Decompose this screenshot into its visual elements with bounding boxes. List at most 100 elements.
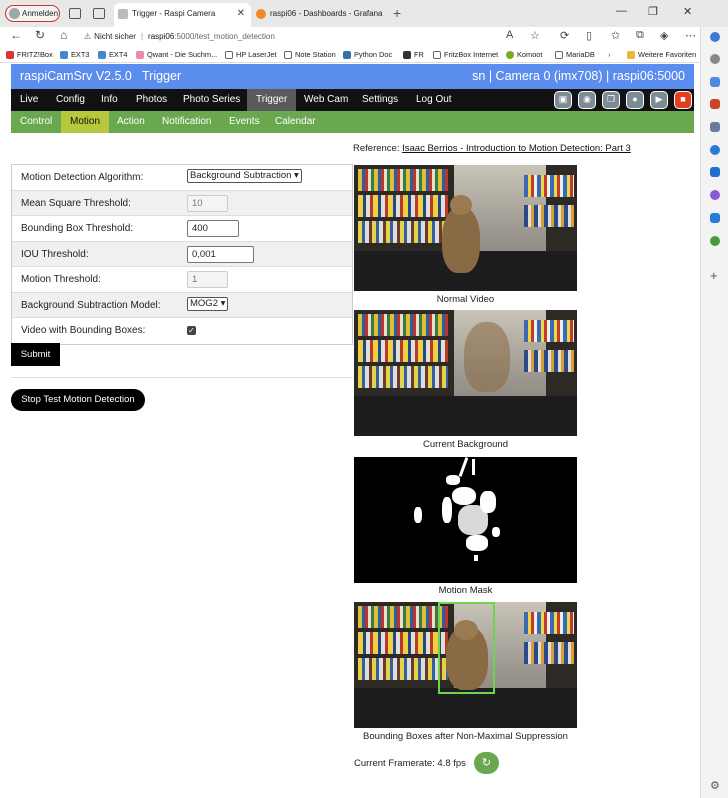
current-background-image xyxy=(354,310,577,436)
bookmark-item[interactable]: FritzBox Internet xyxy=(433,49,498,60)
search-icon[interactable] xyxy=(710,54,720,64)
page-icon xyxy=(555,51,563,59)
framerate-label: Current Framerate: 4.8 fps xyxy=(354,758,466,769)
back-icon[interactable]: ← xyxy=(10,28,22,42)
tab-trigger[interactable]: Trigger - Raspi Camera ✕ xyxy=(114,3,251,27)
motion-status-icon[interactable]: ◉ xyxy=(578,91,596,109)
favorite-star-icon[interactable]: ☆ xyxy=(530,29,540,42)
nav-live[interactable]: Live xyxy=(11,89,47,111)
tab-grafana[interactable]: raspi06 - Dashboards - Grafana xyxy=(252,3,387,27)
mse-threshold-field[interactable]: 10 xyxy=(187,194,228,212)
iou-threshold-field[interactable]: 0,001 xyxy=(187,245,254,263)
folder-icon xyxy=(627,51,635,59)
reference: Reference: Isaac Berrios - Introduction … xyxy=(353,143,631,154)
collections-icon[interactable]: ⧉ xyxy=(636,29,644,42)
security-label: Nicht sicher xyxy=(94,32,136,41)
form-row-video-bbox: Video with Bounding Boxes: ✓ xyxy=(21,325,196,336)
subnav-calendar[interactable]: Calendar xyxy=(266,111,325,133)
more-bookmarks-chevron-icon[interactable]: › xyxy=(608,49,610,60)
split-screen-icon[interactable]: ▯ xyxy=(586,29,592,42)
url-field[interactable]: ⚠ Nicht sicher | raspi06:5000/test_motion_d… xyxy=(84,28,544,45)
subnav-control[interactable]: Control xyxy=(11,111,61,133)
send-icon[interactable] xyxy=(710,213,720,223)
subnav-notification[interactable]: Notification xyxy=(153,111,220,133)
subnav-action[interactable]: Action xyxy=(108,111,154,133)
bookmarks-bar: FRITZ!Box EXT3 EXT4 Qwant - Die Suchm...… xyxy=(0,46,700,63)
bookmark-folder[interactable]: Weitere Favoriten xyxy=(627,49,696,60)
copilot-icon[interactable]: ◈ xyxy=(660,29,668,42)
bookmark-item[interactable]: FR xyxy=(403,49,424,60)
current-background-caption: Current Background xyxy=(422,439,509,450)
bookmark-item[interactable]: HP LaserJet xyxy=(225,49,277,60)
bookmark-item[interactable]: EXT3 xyxy=(60,49,89,60)
workspaces-icon[interactable] xyxy=(69,8,81,19)
subnav-motion[interactable]: Motion xyxy=(61,111,110,133)
settings-gear-icon[interactable]: ⚙ xyxy=(710,781,720,792)
copilot-sidebar-icon[interactable] xyxy=(710,32,720,42)
nav-settings[interactable]: Settings xyxy=(353,89,407,111)
favorites-icon[interactable]: ✩ xyxy=(611,29,620,42)
read-aloud-icon[interactable]: A xyxy=(506,29,513,41)
add-sidebar-icon[interactable]: + xyxy=(710,269,720,282)
nav-web-cam[interactable]: Web Cam xyxy=(295,89,357,111)
extensions-icon[interactable]: ⟳ xyxy=(560,29,569,42)
close-window-icon[interactable]: ✕ xyxy=(683,5,692,18)
submit-button[interactable]: Submit xyxy=(11,343,60,366)
close-tab-icon[interactable]: ✕ xyxy=(237,3,245,25)
bookmark-item[interactable]: Qwant - Die Suchm... xyxy=(136,49,217,60)
bookmark-item[interactable]: MariaDB xyxy=(555,49,595,60)
tab-title: Trigger - Raspi Camera xyxy=(132,9,216,18)
bg-model-select[interactable]: MOG2 ▾ xyxy=(187,296,229,311)
tag-icon[interactable] xyxy=(710,77,720,87)
algorithm-select[interactable]: Background Subtraction ▾ xyxy=(187,169,302,183)
nav-photos[interactable]: Photos xyxy=(127,89,176,111)
video-bbox-checkbox[interactable]: ✓ xyxy=(187,326,196,335)
motion-mask-caption: Motion Mask xyxy=(438,585,493,596)
outlook-icon[interactable] xyxy=(710,167,720,177)
nav-info[interactable]: Info xyxy=(92,89,127,111)
page-icon xyxy=(433,51,441,59)
browser-tab-bar: Anmelden Trigger - Raspi Camera ✕ raspi0… xyxy=(0,0,728,27)
nav-photo-series[interactable]: Photo Series xyxy=(174,89,249,111)
new-tab-icon[interactable]: + xyxy=(393,5,401,21)
series-status-icon[interactable]: ❐ xyxy=(602,91,620,109)
bookmark-item[interactable]: Note Station xyxy=(284,49,336,60)
bookmark-item[interactable]: Komoot xyxy=(506,49,542,60)
chevron-down-icon: ▾ xyxy=(220,297,226,309)
microphone-icon[interactable]: ● xyxy=(626,91,644,109)
drop-icon[interactable] xyxy=(710,190,720,200)
bbox-threshold-field[interactable]: 400 xyxy=(187,220,239,237)
nav-config[interactable]: Config xyxy=(47,89,94,111)
bookmark-item[interactable]: Python Doc xyxy=(343,49,392,60)
record-active-icon[interactable]: ■ xyxy=(674,91,692,109)
minimize-icon[interactable]: — xyxy=(616,5,627,17)
video-icon[interactable]: ▶ xyxy=(650,91,668,109)
tree-icon[interactable] xyxy=(710,236,720,246)
nav-trigger[interactable]: Trigger xyxy=(247,89,297,111)
tab-actions-icon[interactable] xyxy=(93,8,105,19)
bookmark-item[interactable]: FRITZ!Box xyxy=(6,49,53,60)
main-nav: Live Config Info Photos Photo Series Tri… xyxy=(11,89,694,111)
more-menu-icon[interactable]: ⋯ xyxy=(685,29,696,42)
form-row-mse: Mean Square Threshold: 10 xyxy=(12,190,352,216)
refresh-button[interactable]: ↻ xyxy=(474,752,499,774)
maximize-icon[interactable]: ❐ xyxy=(648,5,658,18)
games-icon[interactable] xyxy=(710,145,720,155)
form-row-bbox: Bounding Box Threshold: 400 xyxy=(12,216,352,242)
stop-test-button[interactable]: Stop Test Motion Detection xyxy=(11,389,145,411)
motion-threshold-field[interactable]: 1 xyxy=(187,271,228,288)
bookmark-item[interactable]: EXT4 xyxy=(98,49,127,60)
app-title: raspiCamSrv V2.5.0 xyxy=(20,69,132,83)
profile-button[interactable]: Anmelden xyxy=(5,5,60,22)
home-icon[interactable]: ⌂ xyxy=(60,28,67,42)
reference-link[interactable]: Isaac Berrios - Introduction to Motion D… xyxy=(402,143,631,154)
chevron-down-icon: ▾ xyxy=(294,170,299,181)
shopping-icon[interactable] xyxy=(710,99,720,109)
avatar-icon xyxy=(9,8,20,19)
nav-log-out[interactable]: Log Out xyxy=(407,89,461,111)
tools-icon[interactable] xyxy=(710,122,720,132)
photo-status-icon[interactable]: ▣ xyxy=(554,91,572,109)
subnav-events[interactable]: Events xyxy=(220,111,269,133)
fr-icon xyxy=(403,51,411,59)
refresh-icon[interactable]: ↻ xyxy=(35,28,45,42)
